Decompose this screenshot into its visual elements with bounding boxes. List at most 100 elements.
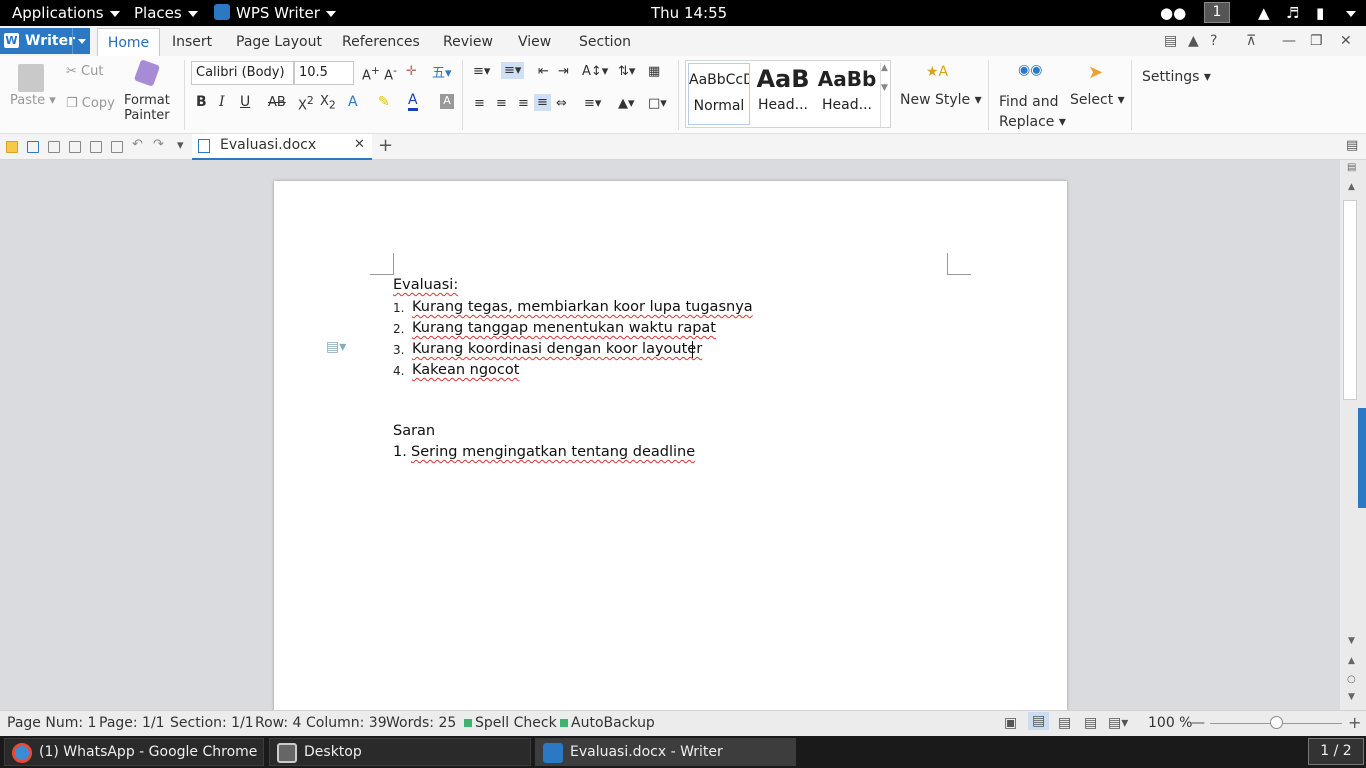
system-menu-icon[interactable] [1340,4,1356,22]
new-style-button[interactable]: New Style ▾ [900,92,982,108]
select-browse-icon[interactable]: ○ [1347,674,1356,685]
restore-icon[interactable]: ❐ [1310,33,1323,49]
battery-icon[interactable]: ▮ [1316,4,1324,22]
autobackup-toggle[interactable]: AutoBackup [560,715,655,731]
outline-view-icon[interactable]: ▤ [1058,715,1071,731]
customize-toolbar-icon[interactable]: ▾ [177,138,184,153]
bullets-icon[interactable]: ≡▾ [473,64,490,79]
tab-home[interactable]: Home [97,28,160,56]
paste-icon[interactable] [18,64,44,92]
align-center-icon[interactable]: ≡ [496,96,507,111]
workspace-pager[interactable]: 1 / 2 [1308,738,1364,765]
split-view-icon[interactable]: ▤ [1347,162,1356,173]
document-page[interactable]: ▤▾ Evaluasi: 1. Kurang tegas, membiarkan… [274,181,1067,721]
italic-button[interactable]: I [219,94,225,110]
prev-page-icon[interactable]: ▲ [1348,656,1355,666]
strikethrough-button[interactable]: AB [268,95,286,110]
sort-icon[interactable]: ⇅▾ [618,64,635,79]
taskbar-item-writer[interactable]: Evaluasi.docx - Writer [535,738,796,766]
tab-page-layout[interactable]: Page Layout [236,34,322,50]
vertical-scrollbar[interactable]: ▤ ▲ ▼ ▲ ○ ▼ [1340,160,1366,710]
volume-icon[interactable]: ♬ [1286,4,1299,22]
text-direction-icon[interactable]: A↕▾ [582,64,608,79]
scroll-thumb[interactable] [1343,200,1357,400]
status-page[interactable]: Page: 1/1 [99,715,165,731]
page-view-icon[interactable]: ▤ [1028,712,1050,730]
undo-icon[interactable]: ↶ [132,137,143,152]
new-tab-icon[interactable]: + [378,135,393,156]
settings-button[interactable]: Settings ▾ [1142,69,1211,85]
next-page-icon[interactable]: ▼ [1348,692,1355,702]
taskbar-item-desktop[interactable]: Desktop [269,738,531,766]
wifi-icon[interactable]: ▲ [1258,4,1270,22]
style-normal[interactable]: AaBbCcD Normal [688,63,750,125]
text-effect-icon[interactable]: A [348,94,358,110]
highlight-icon[interactable]: ✎ [378,94,390,110]
collapse-ribbon-icon[interactable]: ⊼ [1246,33,1256,49]
style-heading1[interactable]: AaB Head... [752,63,814,125]
font-color-icon[interactable]: A [408,92,418,111]
align-left-icon[interactable]: ≡ [474,96,485,111]
shirt-icon[interactable]: ▲ [1188,33,1199,49]
reading-view-icon[interactable]: ▤▾ [1108,715,1128,731]
font-size-select[interactable]: 10.5 [294,61,354,85]
places-menu[interactable]: Places [134,4,198,22]
borders-icon[interactable]: □▾ [648,96,667,111]
paste-button[interactable]: Paste ▾ [10,93,56,108]
export-pdf-icon[interactable] [48,141,60,153]
print-preview-icon[interactable] [90,141,102,153]
copy-button[interactable]: ❐ Copy [66,96,115,111]
cut-button[interactable]: ✂ Cut [66,64,103,79]
print-icon[interactable] [69,141,81,153]
char-shading-icon[interactable]: A [440,94,454,109]
shading-icon[interactable]: ▲▾ [618,96,635,111]
zoom-out-icon[interactable]: — [1191,715,1205,731]
writer-app-button[interactable]: W Writer [0,28,90,54]
tab-section[interactable]: Section [579,34,631,50]
close-icon[interactable]: ✕ [1340,33,1352,49]
tab-view[interactable]: View [518,34,551,50]
status-words[interactable]: Words: 25 [386,715,456,731]
underline-button[interactable]: U [240,94,250,110]
paragraph-options-icon[interactable]: ▤▾ [326,339,346,355]
justify-icon[interactable]: ≡ [534,94,551,111]
redo-icon[interactable]: ↷ [153,137,164,152]
distribute-icon[interactable]: ⇔ [556,96,567,111]
status-section[interactable]: Section: 1/1 [170,715,254,731]
zoom-in-icon[interactable]: + [1348,713,1361,732]
select-button[interactable]: Select ▾ [1070,92,1125,108]
font-name-select[interactable]: Calibri (Body) [191,61,294,85]
grow-font-icon[interactable]: A+ A- [362,64,397,83]
side-panel-toggle[interactable] [1358,408,1366,508]
zoom-slider-handle[interactable] [1270,716,1283,729]
clock[interactable]: Thu 14:55 [651,4,727,22]
app-menu[interactable]: WPS Writer [214,4,336,22]
scroll-up-icon[interactable]: ▲ [1348,182,1355,192]
web-view-icon[interactable]: ▤ [1084,715,1097,731]
help-icon[interactable]: ? [1210,33,1217,49]
superscript-button[interactable]: X2 [298,94,314,113]
save-icon[interactable] [27,141,39,153]
tab-list-icon[interactable]: ▤ [1346,138,1358,153]
status-page-num[interactable]: Page Num: 1 [7,715,96,731]
numbering-icon[interactable]: ≡▾ [501,62,525,79]
decrease-indent-icon[interactable]: ⇤ [538,64,549,79]
workspace-indicator[interactable]: 1 [1204,2,1230,23]
taskbar-item-chrome[interactable]: (1) WhatsApp - Google Chrome [4,738,264,766]
clear-format-icon[interactable]: ✛ [406,64,417,79]
zoom-level[interactable]: 100 % [1148,715,1192,731]
increase-indent-icon[interactable]: ⇥ [558,64,569,79]
document-tab[interactable]: Evaluasi.docx ✕ [192,134,372,160]
minimize-icon[interactable]: — [1282,33,1296,49]
phonetic-guide-icon[interactable]: 五▾ [432,62,452,81]
indicator-icon[interactable]: ●● [1160,4,1186,22]
applications-menu[interactable]: Applications [12,4,120,22]
format-painter-button[interactable]: Format Painter [124,93,170,123]
status-column[interactable]: Column: 39 [306,715,387,731]
spell-check-toggle[interactable]: Spell Check [464,715,557,731]
styles-scroll[interactable]: ▲ ▼ [880,63,890,127]
find-replace-button[interactable]: Find and Replace ▾ [999,92,1066,132]
status-row[interactable]: Row: 4 [255,715,301,731]
writer-dropdown-icon[interactable] [72,28,90,54]
subscript-button[interactable]: X2 [320,94,336,112]
